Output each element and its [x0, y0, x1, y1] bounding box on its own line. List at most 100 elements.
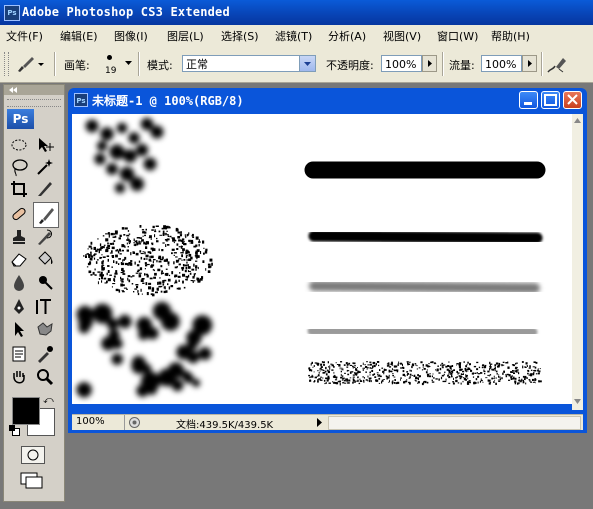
- airbrush-icon: [547, 58, 566, 73]
- custom-shape-tool-icon[interactable]: [35, 319, 55, 339]
- menu-select[interactable]: 选择(S): [221, 28, 259, 44]
- chevron-down-icon: [304, 62, 311, 66]
- spatter-cluster: [83, 225, 213, 297]
- toolbox-header[interactable]: [4, 85, 64, 95]
- notes-tool-icon[interactable]: [9, 344, 29, 364]
- options-separator: [442, 52, 444, 76]
- document-size: 文档:439.5K/439.5K: [176, 420, 274, 431]
- speckle-stroke: [308, 361, 542, 386]
- paint-bucket-tool-icon[interactable]: [35, 249, 55, 269]
- quick-mask-icon: [27, 449, 39, 461]
- menu-filter[interactable]: 滤镜(T): [275, 28, 312, 44]
- marquee-tool-icon[interactable]: [9, 135, 29, 155]
- maximize-icon: [544, 94, 557, 106]
- toolbox: Ps ⤺: [3, 84, 65, 502]
- photoshop-app-icon: Ps: [4, 5, 20, 21]
- collapse-icon[interactable]: [7, 85, 19, 95]
- magic-wand-tool-icon[interactable]: [35, 157, 55, 177]
- airbrush-toggle[interactable]: [545, 54, 569, 76]
- flow-slider-button[interactable]: [522, 55, 537, 72]
- horizontal-scrollbar[interactable]: [328, 416, 581, 430]
- chevron-right-icon: [428, 60, 432, 67]
- chevron-right-icon[interactable]: [315, 417, 324, 428]
- brush-picker[interactable]: 19: [98, 52, 124, 78]
- scroll-down-icon[interactable]: [573, 398, 582, 405]
- scroll-up-icon[interactable]: [573, 117, 582, 124]
- path-selection-tool-icon[interactable]: [9, 319, 29, 339]
- document-icon: Ps: [74, 93, 88, 107]
- eraser-tool-icon[interactable]: [9, 249, 29, 269]
- opacity-label: 不透明度:: [326, 59, 374, 72]
- light-gray-stroke: [307, 326, 538, 337]
- clone-stamp-tool-icon[interactable]: [9, 227, 29, 247]
- flow-label: 流量:: [449, 59, 475, 72]
- mode-select[interactable]: 正常: [182, 55, 316, 72]
- maximize-button[interactable]: [541, 91, 560, 109]
- document-title: 未标题-1 @ 100%(RGB/8): [92, 94, 244, 108]
- document-canvas[interactable]: [72, 114, 572, 404]
- brush-strokes: [76, 117, 546, 398]
- pen-tool-icon[interactable]: [9, 297, 29, 317]
- zoom-level[interactable]: 100%: [76, 416, 105, 427]
- opacity-slider-button[interactable]: [422, 55, 437, 72]
- zoom-tool-icon[interactable]: [35, 367, 55, 387]
- slice-tool-icon[interactable]: [35, 179, 55, 199]
- chevron-down-icon[interactable]: [125, 61, 132, 66]
- mode-value: 正常: [186, 58, 208, 71]
- flow-input[interactable]: 100%: [481, 55, 522, 72]
- swap-colors-icon[interactable]: ⤺: [43, 395, 54, 406]
- document-window: Ps 未标题-1 @ 100%(RGB/8) 100% 文档:439.5K/43…: [68, 88, 587, 433]
- screen-mode-icon: [20, 472, 43, 489]
- brush-tool-icon: [18, 57, 44, 72]
- hand-tool-icon[interactable]: [9, 367, 29, 387]
- menu-edit[interactable]: 编辑(E): [60, 28, 98, 44]
- brush-tool-button[interactable]: [33, 202, 59, 228]
- options-bar: 画笔: 19 模式: 正常 不透明度: 100% 流量: 100%: [0, 46, 593, 83]
- menu-file[interactable]: 文件(F): [6, 28, 43, 44]
- toolbox-grip[interactable]: [7, 99, 61, 107]
- minimize-icon: [524, 102, 532, 105]
- menu-image[interactable]: 图像(I): [114, 28, 148, 44]
- status-bar: 100% 文档:439.5K/439.5K: [72, 414, 583, 431]
- close-button[interactable]: [563, 91, 582, 109]
- brush-icon: [39, 208, 54, 224]
- healing-brush-tool-icon[interactable]: [9, 204, 29, 224]
- quick-mask-button[interactable]: [21, 446, 45, 464]
- menu-bar: 文件(F) 编辑(E) 图像(I) 图层(L) 选择(S) 滤镜(T) 分析(A…: [0, 25, 593, 47]
- menu-help[interactable]: 帮助(H): [491, 28, 530, 44]
- mode-label: 模式:: [147, 59, 173, 72]
- status-info-icon[interactable]: [128, 416, 141, 429]
- screen-mode-button[interactable]: [19, 471, 47, 489]
- mode-dropdown-button[interactable]: [299, 56, 315, 71]
- opacity-value: 100%: [385, 58, 417, 71]
- brush-tip-preview: [107, 55, 112, 60]
- photoshop-logo[interactable]: Ps: [7, 109, 34, 129]
- type-tool-icon[interactable]: [35, 297, 55, 317]
- app-title: Adobe Photoshop CS3 Extended: [22, 5, 230, 19]
- minimize-button[interactable]: [519, 91, 538, 109]
- tool-preset-picker[interactable]: [14, 54, 46, 74]
- foreground-color-swatch[interactable]: [12, 397, 40, 425]
- blur-tool-icon[interactable]: [9, 272, 29, 292]
- options-separator: [541, 52, 543, 76]
- options-separator: [54, 52, 56, 76]
- menu-layer[interactable]: 图层(L): [167, 28, 204, 44]
- menu-window[interactable]: 窗口(W): [437, 28, 478, 44]
- options-separator: [138, 52, 140, 76]
- crop-tool-icon[interactable]: [9, 179, 29, 199]
- lasso-tool-icon[interactable]: [9, 157, 29, 177]
- dodge-tool-icon[interactable]: [35, 272, 55, 292]
- options-bar-grip[interactable]: [4, 52, 9, 76]
- move-tool-icon[interactable]: [35, 135, 55, 155]
- large-soft-cluster: [76, 301, 213, 398]
- opacity-input[interactable]: 100%: [381, 55, 422, 72]
- eyedropper-tool-icon[interactable]: [35, 344, 55, 364]
- flow-value: 100%: [485, 58, 517, 71]
- menu-analysis[interactable]: 分析(A): [328, 28, 366, 44]
- app-titlebar[interactable]: Ps Adobe Photoshop CS3 Extended: [0, 0, 593, 25]
- history-brush-tool-icon[interactable]: [35, 227, 55, 247]
- menu-view[interactable]: 视图(V): [383, 28, 421, 44]
- vertical-scrollbar[interactable]: [572, 114, 583, 410]
- default-colors-icon[interactable]: [9, 425, 20, 436]
- soft-dots-cluster: [85, 117, 164, 194]
